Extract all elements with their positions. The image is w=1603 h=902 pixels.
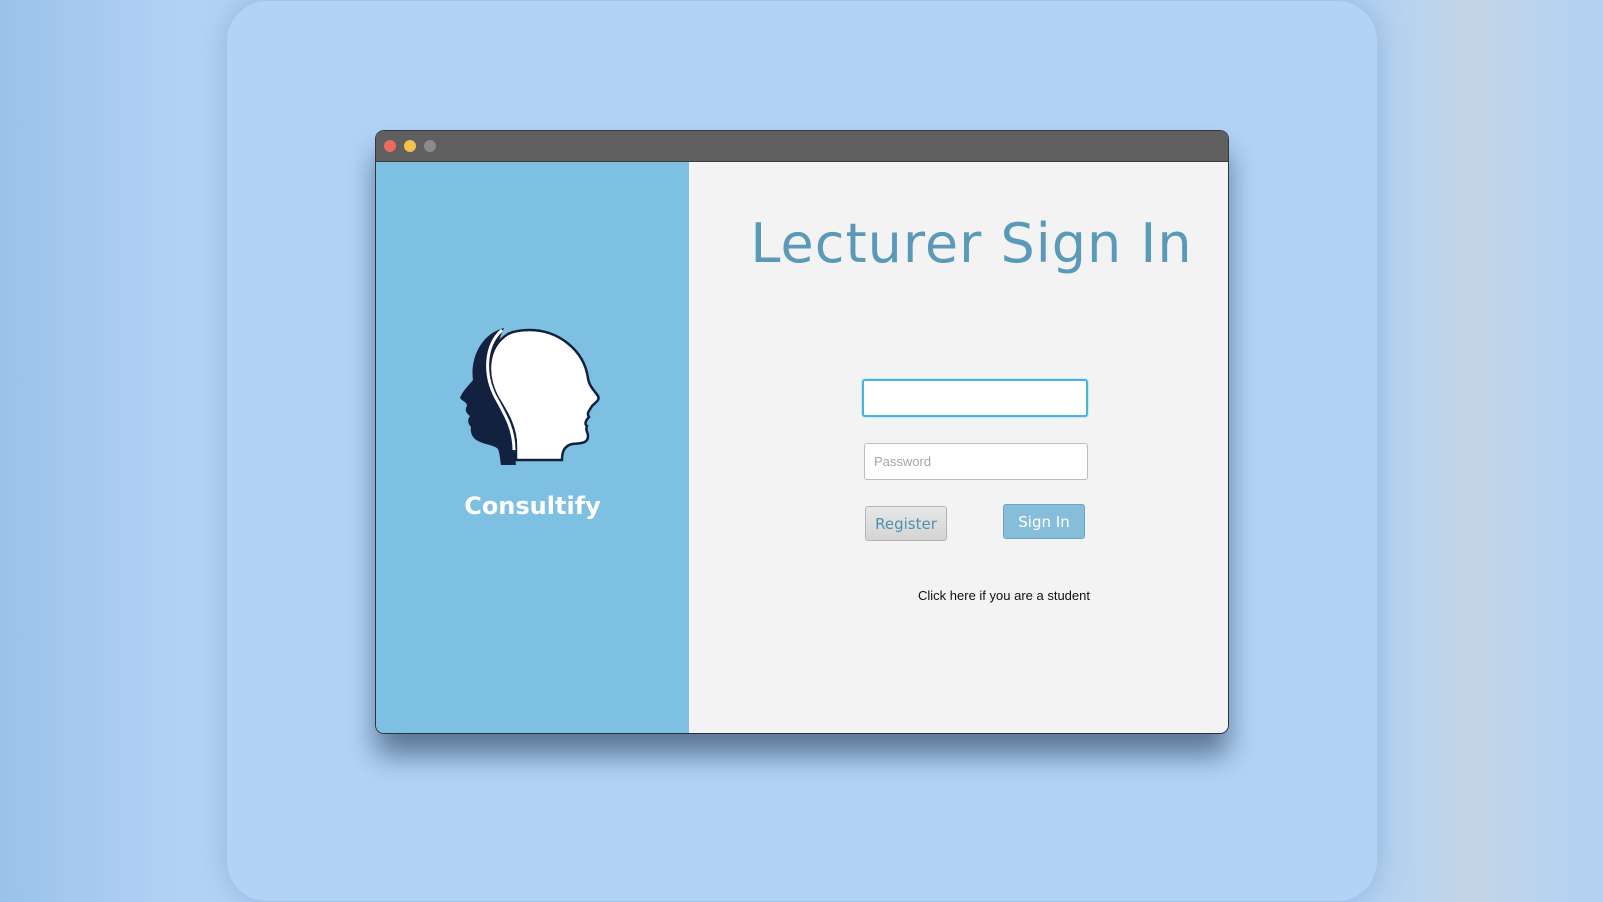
app-window: Consultify Lecturer Sign In Register Sig…: [376, 131, 1228, 733]
close-window-button[interactable]: [384, 140, 396, 152]
page-title: Lecturer Sign In: [750, 212, 1193, 275]
student-sign-in-link[interactable]: Click here if you are a student: [869, 588, 1139, 603]
sign-in-panel: Lecturer Sign In Register Sign In Click …: [689, 162, 1228, 733]
two-heads-profile-icon: [460, 328, 600, 465]
brand-name: Consultify: [464, 492, 601, 520]
username-input[interactable]: [862, 379, 1088, 417]
sign-in-button[interactable]: Sign In: [1003, 504, 1085, 539]
minimize-window-button[interactable]: [404, 140, 416, 152]
password-input[interactable]: [864, 443, 1088, 480]
title-bar[interactable]: [376, 131, 1228, 162]
maximize-window-button[interactable]: [424, 140, 436, 152]
brand-sidebar: Consultify: [376, 162, 689, 733]
register-button[interactable]: Register: [865, 506, 947, 541]
